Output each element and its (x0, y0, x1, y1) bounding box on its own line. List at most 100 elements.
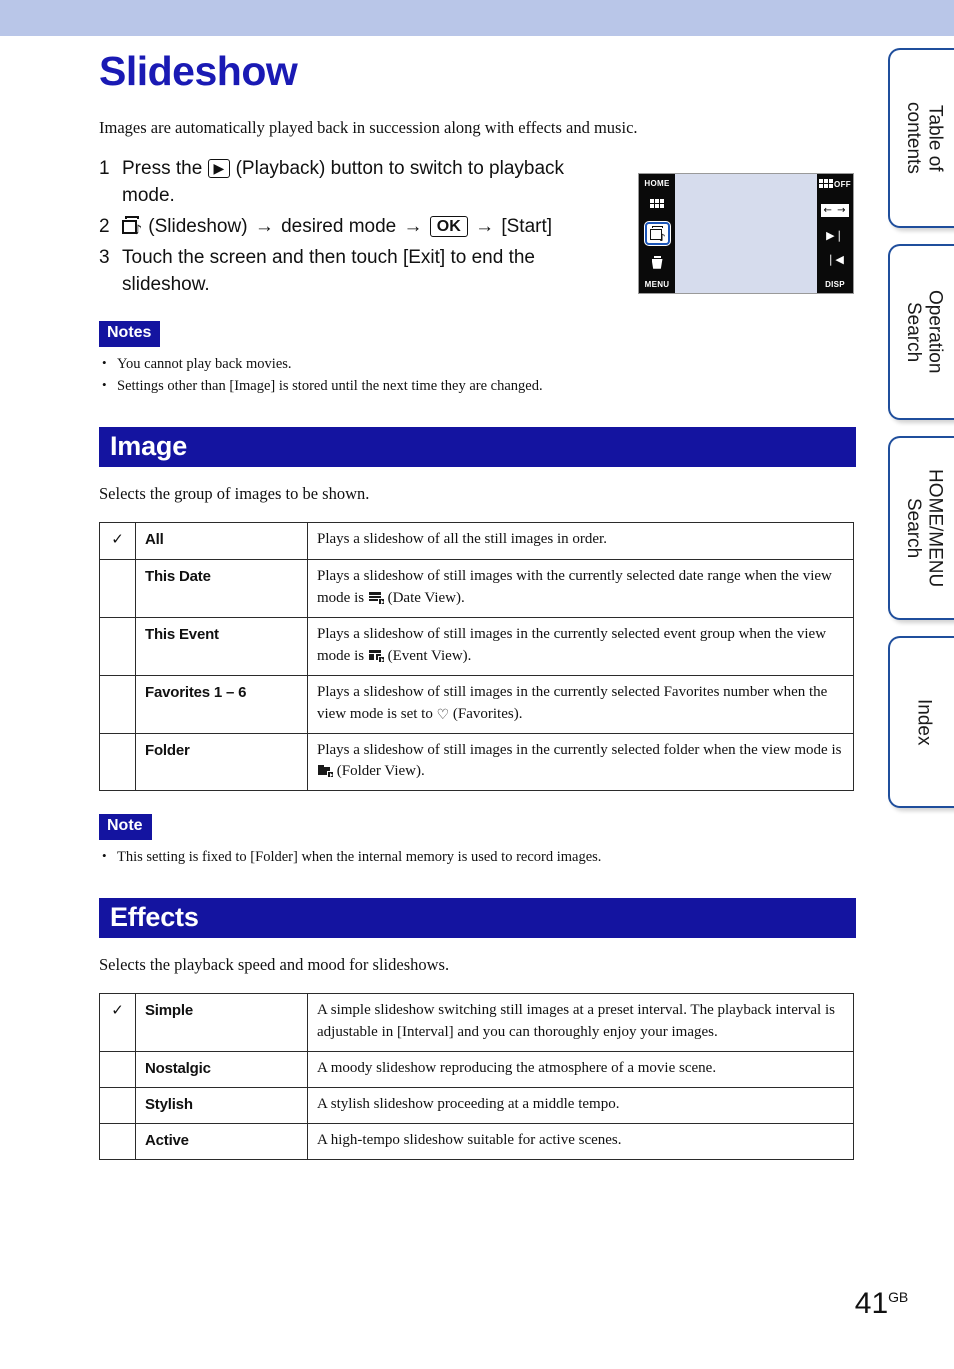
camera-screen-left-column: HOME ♪ MENU (639, 174, 675, 293)
menu-label: MENU (644, 280, 670, 289)
row-check-cell (99, 1122, 136, 1160)
grid-icon (819, 179, 834, 190)
table-row: Stylish A stylish slideshow proceeding a… (99, 1087, 854, 1124)
row-check-cell (99, 732, 136, 792)
table-row: Folder Plays a slideshow of still images… (99, 732, 854, 792)
effects-options-table: ✓ Simple A simple slideshow switching st… (99, 993, 854, 1160)
next-icon: ▶❘ (826, 229, 844, 242)
notes-badge: Notes (99, 321, 161, 348)
note-list: This setting is fixed to [Folder] when t… (99, 846, 856, 868)
row-label-cell: This Date (135, 559, 308, 618)
row-check-cell (99, 559, 136, 618)
notes-block: Notes You cannot play back movies. Setti… (99, 321, 856, 397)
sidebar-tab-label: Index (913, 698, 935, 746)
table-row: Favorites 1 – 6 Plays a slideshow of sti… (99, 674, 854, 734)
section-header-image: Image (99, 427, 856, 468)
row-description-cell: A stylish slideshow proceeding at a midd… (307, 1087, 854, 1124)
row-check-cell (99, 1087, 136, 1124)
step-2-slideshow-label: (Slideshow) (148, 216, 248, 238)
page-number-value: 41 (854, 1287, 889, 1320)
row-description-cell: A moody slideshow reproducing the atmosp… (307, 1051, 854, 1089)
step-2-number: 2 (99, 216, 110, 238)
row-check-cell (99, 616, 136, 676)
effects-section-description: Selects the playback speed and mood for … (99, 955, 450, 975)
home-label: HOME (644, 179, 670, 188)
off-label: OFF (834, 180, 851, 189)
row-check-cell: ✓ (99, 522, 136, 561)
sidebar-tab-table-of-contents[interactable]: Table of contents (888, 48, 954, 228)
step-1: 1 Press the ▶ (Playback) button to switc… (99, 156, 609, 210)
top-decorative-band (0, 0, 954, 36)
left-right-arrows-icon: ← → (820, 203, 850, 217)
desc-text: Plays a slideshow of all the still image… (317, 531, 607, 548)
table-row: This Date Plays a slideshow of still ima… (99, 559, 854, 618)
desc-text: (Event View). (383, 647, 472, 664)
step-1-text: Press the ▶ (Playback) button to switch … (122, 156, 609, 210)
desc-text: (Folder View). (333, 763, 425, 780)
table-row: This Event Plays a slideshow of still im… (99, 616, 854, 676)
page-number: 41GB (855, 1287, 908, 1321)
slideshow-icon-selected: ♪ (644, 221, 670, 245)
note-list-item: This setting is fixed to [Folder] when t… (99, 846, 856, 868)
sidebar-tab-label: Operation Search (903, 290, 946, 374)
notes-list-item: Settings other than [Image] is stored un… (99, 375, 856, 397)
desc-text: Plays a slideshow of still images in the… (317, 683, 828, 722)
arrow-icon: → (254, 216, 274, 238)
notes-list: You cannot play back movies. Settings ot… (99, 353, 856, 397)
row-check-cell (99, 1051, 136, 1089)
index-grid-icon (650, 199, 664, 211)
row-description-cell: A simple slideshow switching still image… (307, 993, 854, 1053)
section-header-effects: Effects (99, 898, 856, 939)
sidebar-tab-index[interactable]: Index (888, 636, 954, 808)
ok-button-icon: OK (429, 216, 468, 238)
row-check-cell (99, 674, 136, 734)
row-description-cell: Plays a slideshow of still images in the… (307, 732, 854, 792)
delete-icon (652, 255, 663, 269)
step-3: 3 Touch the screen and then touch [Exit]… (99, 245, 609, 299)
step-3-number: 3 (99, 247, 110, 269)
row-label-cell: Folder (135, 732, 308, 792)
desc-text: (Date View). (383, 590, 465, 607)
row-description-cell: Plays a slideshow of still images in the… (307, 616, 854, 676)
sidebar-tab-label: Table of contents (903, 102, 946, 174)
note-block: Note This setting is fixed to [Folder] w… (99, 814, 856, 868)
step-1-number: 1 (99, 158, 110, 180)
playback-icon: ▶ (207, 159, 231, 179)
row-label-cell: Simple (135, 993, 308, 1053)
instruction-steps: 1 Press the ▶ (Playback) button to switc… (99, 156, 609, 299)
row-description-cell: Plays a slideshow of still images in the… (307, 674, 854, 734)
disp-label: DISP (825, 280, 845, 289)
row-description-cell: Plays a slideshow of all the still image… (307, 522, 854, 561)
page-number-suffix: GB (888, 1289, 908, 1305)
sidebar-tab-label: HOME/MENU Search (903, 468, 946, 588)
arrow-icon: → (403, 216, 423, 238)
event-view-icon (368, 649, 385, 663)
row-label-cell: Active (135, 1122, 308, 1160)
slideshow-icon: ♪ (122, 216, 142, 237)
sidebar-tab-operation-search[interactable]: Operation Search (888, 244, 954, 420)
display-off-indicator: OFF (819, 179, 851, 190)
camera-screen-right-column: OFF ← → ▶❘ ❘◀ DISP (817, 174, 853, 293)
step-1-pre-text: Press the (122, 158, 203, 180)
sidebar-tab-home-menu-search[interactable]: HOME/MENU Search (888, 436, 954, 620)
notes-list-item: You cannot play back movies. (99, 353, 856, 375)
row-description-cell: A high-tempo slideshow suitable for acti… (307, 1122, 854, 1160)
slideshow-icon: ♪ (649, 225, 666, 243)
checkmark-icon: ✓ (111, 530, 124, 549)
row-check-cell: ✓ (99, 993, 136, 1053)
row-label-cell: All (135, 522, 308, 561)
step-2-mode-text: desired mode (281, 216, 397, 238)
image-section-description: Selects the group of images to be shown. (99, 484, 370, 504)
row-label-cell: Favorites 1 – 6 (135, 674, 308, 734)
previous-icon: ❘◀ (826, 254, 844, 267)
step-2-text: ♪ (Slideshow) → desired mode → OK → [Sta… (122, 214, 609, 241)
step-2: 2 ♪ (Slideshow) → desired mode → OK → [S… (99, 214, 609, 241)
checkmark-icon: ✓ (111, 1001, 124, 1020)
desc-text: Plays a slideshow of still images in the… (317, 741, 842, 758)
desc-text: (Favorites). (449, 705, 523, 722)
camera-screen-preview-area (675, 174, 817, 293)
step-3-text: Touch the screen and then touch [Exit] t… (122, 247, 535, 296)
row-label-cell: This Event (135, 616, 308, 676)
row-description-cell: Plays a slideshow of still images with t… (307, 559, 854, 618)
table-row: Nostalgic A moody slideshow reproducing … (99, 1051, 854, 1089)
